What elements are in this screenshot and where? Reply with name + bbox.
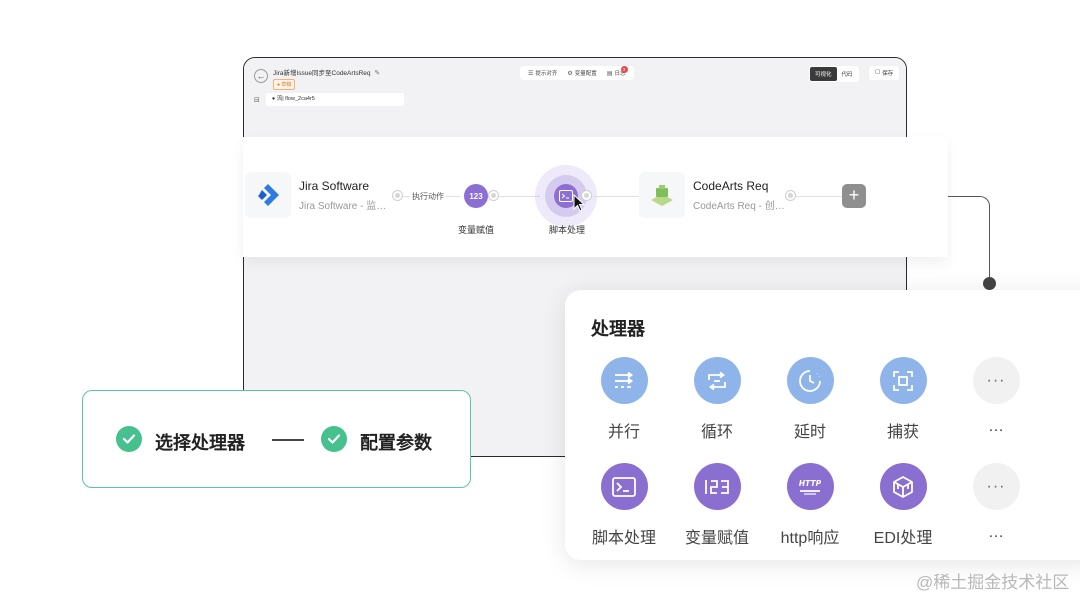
connector-line xyxy=(792,196,842,197)
edit-icon[interactable]: ✎ xyxy=(374,70,380,77)
cube-icon xyxy=(879,463,927,510)
processor-label: 循环 xyxy=(700,424,733,441)
callout-connector-end xyxy=(983,277,996,290)
processor-label: 捕获 xyxy=(886,424,919,441)
variable-node-label: 变量赋值 xyxy=(458,225,495,235)
processor-parallel[interactable]: 并行 xyxy=(584,357,664,442)
status-badge: ● 草稿 xyxy=(273,79,296,90)
trigger-title: Jira Software xyxy=(299,178,370,193)
number-icon: 123 xyxy=(469,191,483,201)
trigger-node[interactable]: Jira Software Jira Software - 监… xyxy=(245,172,386,218)
processor-edi[interactable]: EDI处理 xyxy=(863,463,943,548)
list-icon: ☰ xyxy=(528,70,534,77)
step-divider xyxy=(272,439,304,441)
terminal-icon xyxy=(559,190,573,202)
flow-title: Jira新增Issue同步至CodeArtsReq ✎ xyxy=(273,67,380,77)
flow-selector-row: ⊟ ● 流| flow_2ca4r5 xyxy=(254,93,404,106)
callout-connector xyxy=(948,196,990,284)
code-mode-tab[interactable]: 代码 xyxy=(837,67,858,81)
processor-loop[interactable]: 循环 xyxy=(677,357,757,442)
check-icon xyxy=(321,426,347,452)
processor-label: … xyxy=(988,524,1004,541)
parallel-icon xyxy=(600,357,648,404)
align-button[interactable]: ☰ 提示对齐 xyxy=(524,69,561,78)
header-toolbar: ☰ 提示对齐 ⚙ 变量配置 ▤ 日志 3 xyxy=(520,66,634,80)
more-icon: ··· xyxy=(972,357,1020,404)
watermark: @稀土掘金技术社区 xyxy=(916,573,1070,592)
connector-port[interactable] xyxy=(393,191,402,200)
visual-mode-tab[interactable]: 可视化 xyxy=(810,67,837,81)
processor-script[interactable]: 脚本处理 xyxy=(584,463,664,548)
more-icon: ··· xyxy=(972,463,1020,510)
step-configure-params: 配置参数 xyxy=(360,433,432,453)
connector-port[interactable] xyxy=(786,191,795,200)
jira-logo xyxy=(245,172,291,218)
processor-label: 并行 xyxy=(607,424,640,441)
processor-panel: 处理器 并行 循环 延时 捕获 ··· … 脚本处理 变量赋值 HTTP htt… xyxy=(565,290,1080,560)
connector-line xyxy=(590,196,640,197)
action-label: 执行动作 xyxy=(410,191,446,202)
loop-icon xyxy=(693,357,741,404)
target-node[interactable]: CodeArts Req CodeArts Req - 创… xyxy=(639,172,785,218)
number-icon xyxy=(693,463,741,510)
processor-capture[interactable]: 捕获 xyxy=(863,357,943,442)
tree-icon[interactable]: ⊟ xyxy=(254,96,260,104)
log-icon: ▤ xyxy=(606,70,613,77)
trigger-subtitle: Jira Software - 监… xyxy=(299,200,387,212)
terminal-icon xyxy=(600,463,648,510)
processor-label: 延时 xyxy=(793,424,826,441)
http-icon: HTTP xyxy=(786,463,834,510)
log-button[interactable]: ▤ 日志 3 xyxy=(603,66,630,77)
flow-title-text: Jira新增Issue同步至CodeArtsReq xyxy=(273,70,371,77)
steps-card: 选择处理器 配置参数 xyxy=(82,390,471,488)
gear-icon: ⚙ xyxy=(567,70,573,77)
processor-more[interactable]: ··· … xyxy=(956,357,1036,436)
processor-label: http响应 xyxy=(780,530,840,547)
flow-name-field[interactable]: ● 流| flow_2ca4r5 xyxy=(265,93,404,106)
variable-node[interactable]: 123 xyxy=(464,184,488,208)
target-subtitle: CodeArts Req - 创… xyxy=(693,200,785,212)
script-node-label: 脚本处理 xyxy=(549,225,586,235)
align-label: 提示对齐 xyxy=(535,71,558,77)
back-button[interactable]: ← xyxy=(254,69,268,83)
variable-config-label: 变量配置 xyxy=(574,71,597,77)
processor-http[interactable]: HTTP http响应 xyxy=(770,463,850,548)
clock-icon xyxy=(786,357,834,404)
processor-label: EDI处理 xyxy=(873,530,933,547)
capture-icon xyxy=(879,357,927,404)
processor-label: 脚本处理 xyxy=(591,530,656,547)
codearts-logo xyxy=(639,172,685,218)
save-icon: ▢ xyxy=(875,69,881,75)
log-count-badge: 3 xyxy=(620,66,628,73)
target-title: CodeArts Req xyxy=(693,178,769,193)
connector-line xyxy=(492,196,540,197)
mode-switch: 可视化 代码 xyxy=(809,66,859,82)
processor-more[interactable]: ··· … xyxy=(956,463,1036,542)
processor-label: … xyxy=(988,418,1004,435)
connector-port[interactable] xyxy=(582,191,591,200)
step-select-processor: 选择处理器 xyxy=(155,433,245,453)
add-node-button[interactable]: + xyxy=(842,184,866,208)
check-icon xyxy=(116,426,142,452)
window-header: ← Jira新增Issue同步至CodeArtsReq ✎ ● 草稿 ☰ 提示对… xyxy=(244,58,906,140)
svg-text:HTTP: HTTP xyxy=(799,479,822,488)
processor-delay[interactable]: 延时 xyxy=(770,357,850,442)
variable-config-button[interactable]: ⚙ 变量配置 xyxy=(563,69,600,78)
panel-title: 处理器 xyxy=(591,319,645,339)
save-label: 保存 xyxy=(882,71,894,77)
processor-label: 变量赋值 xyxy=(684,530,749,547)
processor-variable[interactable]: 变量赋值 xyxy=(677,463,757,548)
arrow-left-icon: ← xyxy=(256,71,266,81)
save-button[interactable]: ▢ 保存 xyxy=(869,66,900,80)
connector-port[interactable] xyxy=(489,191,498,200)
